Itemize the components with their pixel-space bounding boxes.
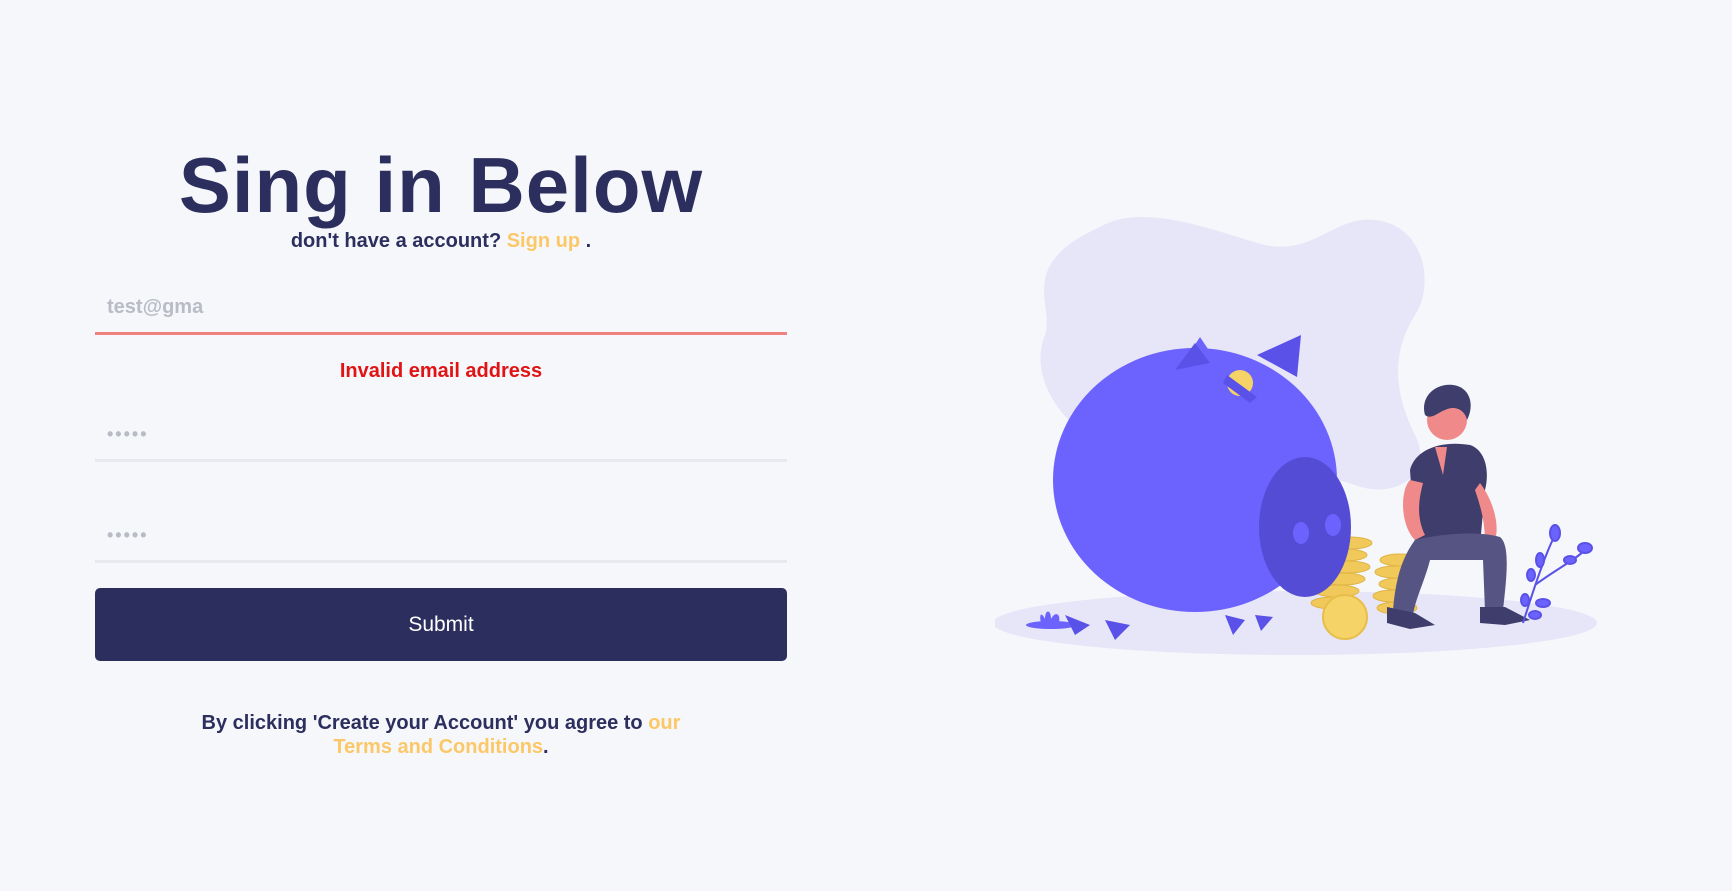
submit-button[interactable]: Submit (95, 588, 787, 661)
terms-notice: By clicking 'Create your Account' you ag… (181, 711, 701, 759)
signup-link[interactable]: Sign up (507, 230, 580, 252)
confirm-password-field-wrapper (95, 511, 787, 563)
signup-prompt-text: don't have a account? (290, 230, 502, 252)
signup-prompt: don't have a account? Sign up . (95, 230, 787, 253)
terms-text: By clicking 'Create your Account' you ag… (201, 712, 643, 734)
email-field-wrapper (95, 283, 787, 335)
sign-in-page: Sing in Below don't have a account? Sign… (0, 0, 1732, 891)
signup-prompt-period: . (585, 230, 592, 252)
page-title: Sing in Below (178, 141, 704, 229)
piggy-bank-illustration (995, 216, 1597, 655)
email-input[interactable] (95, 283, 787, 332)
password-field-wrapper (95, 410, 787, 462)
password-input[interactable] (95, 410, 787, 459)
confirm-password-input[interactable] (95, 511, 787, 560)
terms-period: . (543, 736, 549, 758)
standing-coin (1322, 594, 1368, 640)
email-error-message: Invalid email address (339, 360, 543, 382)
sign-in-form: Sing in Below don't have a account? Sign… (95, 140, 787, 759)
